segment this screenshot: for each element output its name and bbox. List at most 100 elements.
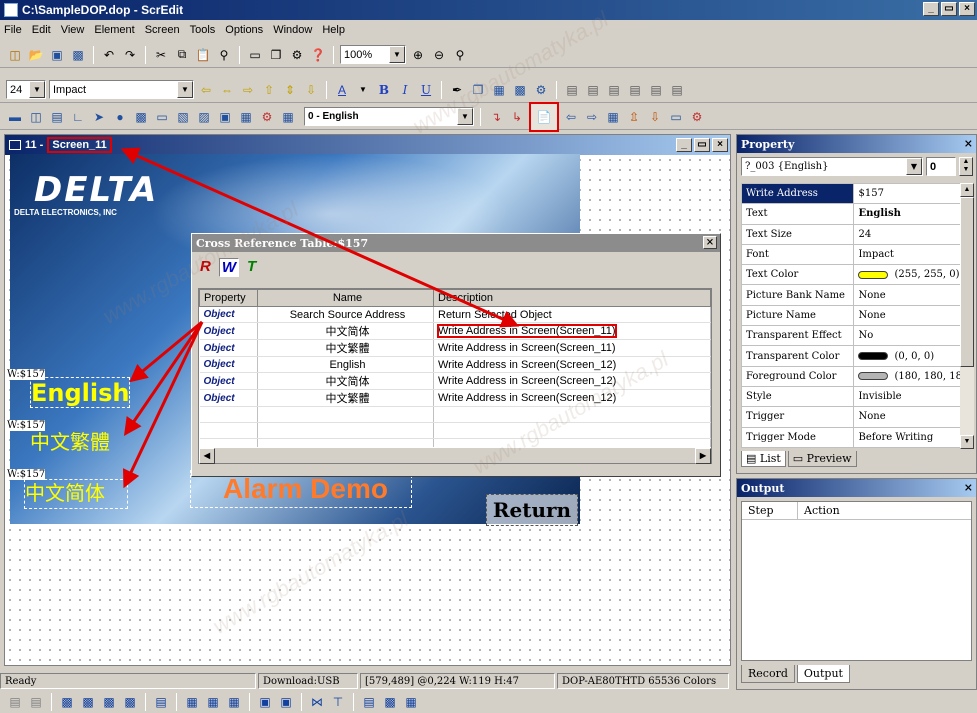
menu-tools[interactable]: Tools xyxy=(190,24,216,36)
graphic-element-icon[interactable]: ▦ xyxy=(237,108,255,126)
property-row[interactable]: Trigger None xyxy=(741,406,963,428)
lamp-element-icon[interactable]: ● xyxy=(111,108,129,126)
menu-view[interactable]: View xyxy=(61,24,85,36)
gear-icon[interactable]: ⚙ xyxy=(532,81,550,99)
traditional-chinese-text-object[interactable]: 中文繁體 xyxy=(30,430,130,458)
grid-icon[interactable]: ▤ xyxy=(360,693,378,711)
menu-help[interactable]: Help xyxy=(322,24,345,36)
column-header-step[interactable]: Step xyxy=(742,502,798,519)
property-row[interactable]: Picture Name None xyxy=(741,304,963,327)
menu-element[interactable]: Element xyxy=(94,24,134,36)
prev-screen-icon[interactable]: ⇦ xyxy=(562,108,580,126)
property-row[interactable]: Text Size 24 xyxy=(741,223,963,245)
property-row[interactable]: Picture Bank Name None xyxy=(741,284,963,306)
property-row[interactable]: Style Invisible xyxy=(741,385,963,408)
column-header-property[interactable]: Property xyxy=(199,289,258,307)
screen-icon[interactable]: ▭ xyxy=(246,46,264,64)
close-button[interactable]: × xyxy=(703,236,717,249)
align-center-arrow-icon[interactable]: ⇔ xyxy=(218,81,236,99)
table-row[interactable]: Object 中文繁體 Write Address in Screen(Scre… xyxy=(199,389,711,407)
column-header-action[interactable]: Action xyxy=(798,502,840,519)
layout-icon[interactable]: ▤ xyxy=(563,81,581,99)
bar-element-icon[interactable]: ▤ xyxy=(48,108,66,126)
save-icon[interactable]: ▣ xyxy=(48,46,66,64)
return-button[interactable]: Return xyxy=(486,494,578,526)
language-select[interactable]: 0 - English ▼ xyxy=(304,107,474,126)
layout-icon[interactable]: ▤ xyxy=(647,81,665,99)
align-middle-arrow-icon[interactable]: ⇕ xyxy=(281,81,299,99)
property-value[interactable]: (255, 255, 0) xyxy=(853,264,963,286)
horizontal-scrollbar[interactable]: ◀ ▶ xyxy=(199,447,711,464)
table-row[interactable]: Object 中文繁體 Write Address in Screen(Scre… xyxy=(199,339,711,357)
layout-icon[interactable]: ▤ xyxy=(668,81,686,99)
minimize-button[interactable]: _ xyxy=(676,138,692,152)
property-row[interactable]: Text Color (255, 255, 0) xyxy=(741,264,963,286)
chevron-down-icon[interactable]: ▼ xyxy=(906,158,922,175)
compile-icon[interactable]: ⚙ xyxy=(688,108,706,126)
simplified-chinese-text-object[interactable]: 中文简体 xyxy=(24,479,128,509)
property-row[interactable]: Font Impact xyxy=(741,243,963,266)
table-row[interactable]: Object English Write Address in Screen(S… xyxy=(199,356,711,373)
property-value[interactable]: None xyxy=(853,284,963,306)
text-color-icon[interactable]: A xyxy=(333,81,351,99)
scroll-thumb[interactable] xyxy=(960,197,974,367)
curve-element-icon[interactable]: ▧ xyxy=(174,108,192,126)
display-element-icon[interactable]: ▩ xyxy=(132,108,150,126)
italic-icon[interactable]: I xyxy=(396,81,414,99)
layout-icon[interactable]: ▤ xyxy=(605,81,623,99)
tab-record[interactable]: Record xyxy=(741,665,795,683)
alarm-element-icon[interactable]: ▣ xyxy=(216,108,234,126)
redo-icon[interactable]: ↷ xyxy=(121,46,139,64)
tab-write[interactable]: W xyxy=(218,258,240,277)
same-width-icon[interactable]: ▣ xyxy=(256,693,274,711)
undo-icon[interactable]: ↶ xyxy=(100,46,118,64)
property-value[interactable]: None xyxy=(853,406,963,428)
layer-up-icon[interactable]: ▩ xyxy=(79,693,97,711)
next-screen-icon[interactable]: ⇨ xyxy=(583,108,601,126)
space-v-icon[interactable]: ▦ xyxy=(204,693,222,711)
align-left-arrow-icon[interactable]: ⇦ xyxy=(197,81,215,99)
tab-list[interactable]: ▤ List xyxy=(741,451,786,467)
same-height-icon[interactable]: ▣ xyxy=(277,693,295,711)
copy-icon[interactable]: ⧉ xyxy=(173,46,191,64)
layer-bottom-icon[interactable]: ▩ xyxy=(121,693,139,711)
layer-down-icon[interactable]: ▩ xyxy=(100,693,118,711)
align-left-icon[interactable]: ▤ xyxy=(6,693,24,711)
layout-icon[interactable]: ▤ xyxy=(584,81,602,99)
flip-v-icon[interactable]: ⊤ xyxy=(329,693,347,711)
property-row[interactable]: Transparent Color (0, 0, 0) xyxy=(741,345,963,367)
tab-read[interactable]: R xyxy=(198,258,213,277)
maximize-button[interactable]: ▭ xyxy=(941,2,957,16)
property-row[interactable]: Transparent Effect No xyxy=(741,325,963,347)
chevron-down-icon[interactable]: ▼ xyxy=(177,81,193,98)
write-address-icon[interactable]: ↳ xyxy=(508,108,526,126)
english-text-object[interactable]: English xyxy=(30,377,130,408)
menu-screen[interactable]: Screen xyxy=(145,24,180,36)
cross-reference-icon[interactable]: 📄 xyxy=(529,101,559,132)
arrow-element-icon[interactable]: ➤ xyxy=(90,108,108,126)
distribute-icon[interactable]: ▤ xyxy=(152,693,170,711)
close-button[interactable]: × xyxy=(959,2,975,16)
new-file-icon[interactable]: ◫ xyxy=(6,46,24,64)
group-icon[interactable]: ▦ xyxy=(490,81,508,99)
property-row[interactable]: Text English xyxy=(741,203,963,225)
property-value[interactable]: None xyxy=(853,304,963,327)
menu-options[interactable]: Options xyxy=(225,24,263,36)
align-top-arrow-icon[interactable]: ⇧ xyxy=(260,81,278,99)
zoom-select[interactable]: 100% ▼ xyxy=(340,45,406,64)
close-button[interactable]: × xyxy=(712,138,728,152)
meter-element-icon[interactable]: ◫ xyxy=(27,108,45,126)
chevron-down-icon[interactable]: ▼ xyxy=(457,108,473,125)
property-row[interactable]: Write Address $157 xyxy=(741,183,963,205)
minimize-button[interactable]: _ xyxy=(923,2,939,16)
bring-front-icon[interactable]: ❐ xyxy=(469,81,487,99)
vertical-scrollbar[interactable]: ▲ ▼ xyxy=(960,183,974,449)
align-bottom-arrow-icon[interactable]: ⇩ xyxy=(302,81,320,99)
spinner-icon[interactable]: ▲ ▼ xyxy=(959,157,973,176)
screen-manager-icon[interactable]: ▦ xyxy=(604,108,622,126)
paste-icon[interactable]: 📋 xyxy=(194,46,212,64)
cut-icon[interactable]: ✂ xyxy=(152,46,170,64)
chevron-down-icon[interactable]: ▼ xyxy=(389,46,405,63)
align-right-arrow-icon[interactable]: ⇨ xyxy=(239,81,257,99)
property-value[interactable]: 24 xyxy=(853,223,963,245)
